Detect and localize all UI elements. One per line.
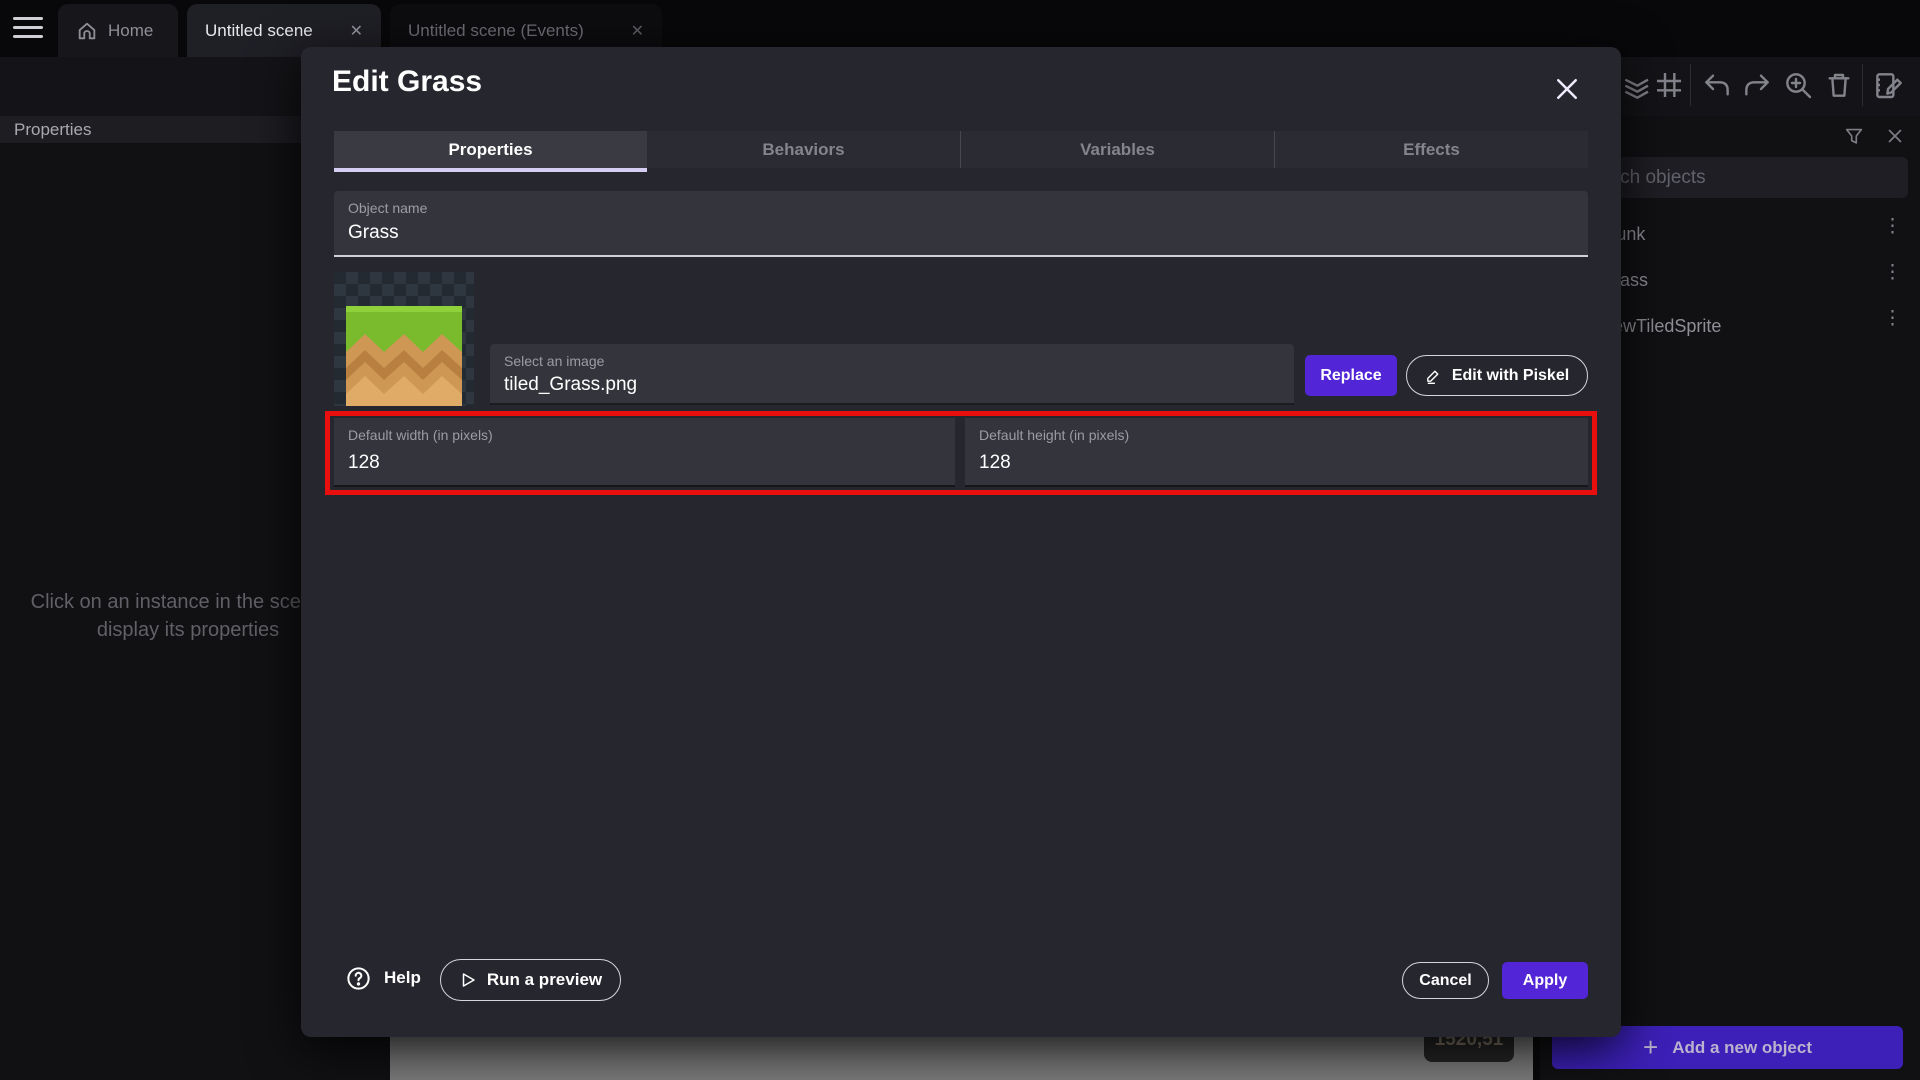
add-new-object-label: Add a new object (1672, 1038, 1812, 1058)
object-name-field[interactable]: Object name Grass (334, 191, 1588, 257)
object-menu-icon[interactable]: ⋮ (1883, 223, 1902, 231)
tab-properties[interactable]: Properties (334, 131, 647, 168)
tab-events-label: Untitled scene (Events) (408, 21, 584, 41)
default-height-value: 128 (979, 452, 1011, 474)
home-icon (76, 20, 98, 42)
pencil-icon (1425, 367, 1442, 384)
active-tab-indicator (334, 168, 647, 172)
tab-variables[interactable]: Variables (960, 131, 1274, 168)
tab-events-close-icon[interactable]: ✕ (631, 21, 644, 41)
apply-button[interactable]: Apply (1502, 962, 1588, 999)
object-menu-icon[interactable]: ⋮ (1883, 269, 1902, 277)
trash-icon[interactable] (1823, 69, 1855, 101)
select-image-label: Select an image (504, 353, 604, 369)
default-width-label: Default width (in pixels) (348, 427, 493, 443)
default-width-value: 128 (348, 452, 380, 474)
edit-with-piskel-button[interactable]: Edit with Piskel (1406, 355, 1588, 396)
properties-panel-title: Properties (14, 120, 91, 140)
default-height-field[interactable]: Default height (in pixels) 128 (965, 418, 1588, 487)
select-image-field[interactable]: Select an image tiled_Grass.png (490, 344, 1294, 405)
tab-scene-close-icon[interactable]: ✕ (350, 21, 363, 41)
object-menu-icon[interactable]: ⋮ (1883, 315, 1902, 323)
toolbar-separator (1690, 64, 1691, 106)
dialog-title: Edit Grass (332, 65, 482, 99)
redo-icon[interactable] (1741, 69, 1773, 101)
edit-scene-properties-icon[interactable] (1872, 69, 1904, 101)
tab-behaviors[interactable]: Behaviors (647, 131, 960, 168)
objects-panel-close-icon[interactable] (1884, 125, 1906, 147)
default-width-field[interactable]: Default width (in pixels) 128 (334, 418, 955, 487)
tab-scene-label: Untitled scene (205, 21, 313, 41)
grid-icon[interactable] (1653, 69, 1685, 101)
plus-icon: + (1643, 1032, 1658, 1063)
main-menu-icon[interactable] (13, 17, 43, 40)
tab-home[interactable]: Home (58, 4, 178, 57)
sprite-thumbnail[interactable] (334, 272, 474, 406)
filter-icon[interactable] (1843, 125, 1865, 147)
play-icon (459, 971, 477, 989)
select-image-value: tiled_Grass.png (504, 374, 637, 396)
grass-sprite-image (346, 306, 462, 406)
zoom-in-icon[interactable] (1782, 69, 1814, 101)
object-name-value: Grass (348, 222, 399, 244)
tab-home-label: Home (108, 21, 153, 41)
default-height-label: Default height (in pixels) (979, 427, 1129, 443)
scene-canvas[interactable] (390, 1037, 1533, 1080)
cancel-button[interactable]: Cancel (1402, 962, 1489, 999)
layers-icon[interactable] (1620, 69, 1652, 101)
gdevelop-window: Home Untitled scene ✕ Untitled scene (Ev… (0, 0, 1920, 1080)
toolbar-separator (1862, 64, 1863, 106)
tab-effects[interactable]: Effects (1274, 131, 1588, 168)
help-button[interactable]: Help (345, 960, 421, 996)
edit-object-dialog: Edit Grass Properties Behaviors Variable… (301, 47, 1621, 1037)
replace-button[interactable]: Replace (1305, 355, 1397, 396)
run-preview-button[interactable]: Run a preview (440, 959, 621, 1001)
object-name-label: Object name (348, 200, 427, 216)
help-icon (345, 965, 372, 992)
dialog-close-icon[interactable] (1552, 74, 1582, 104)
dialog-tabs: Properties Behaviors Variables Effects (334, 131, 1588, 168)
undo-icon[interactable] (1701, 69, 1733, 101)
